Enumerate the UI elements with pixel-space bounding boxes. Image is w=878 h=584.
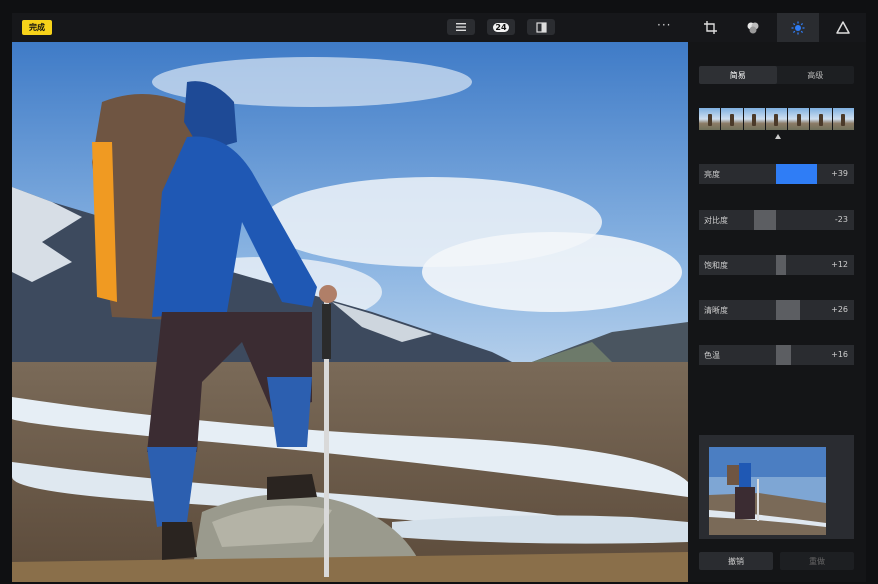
slider-saturation[interactable]: 饱和度 +12: [699, 255, 854, 275]
crop-icon: [703, 21, 717, 34]
slider-clarity-label: 清晰度: [704, 306, 728, 315]
preview-image: [699, 435, 854, 539]
slider-temperature-knob[interactable]: [776, 345, 791, 365]
slider-contrast[interactable]: 对比度 -23: [699, 210, 854, 230]
preset-thumb[interactable]: [788, 108, 810, 130]
list-menu-button[interactable]: [447, 19, 475, 35]
slider-brightness-value: +39: [831, 169, 848, 178]
slider-saturation-knob[interactable]: [776, 255, 786, 275]
editor-window: 完成 24 ··· 简易 高级 亮度 +39 对比度 -23 饱和度 +12 清…: [0, 0, 878, 584]
hiker-photo: [12, 42, 688, 582]
slider-clarity-knob[interactable]: [776, 300, 800, 320]
history-badge: 24: [493, 22, 509, 32]
preset-thumb[interactable]: [699, 108, 721, 130]
undo-button[interactable]: 撤销: [699, 552, 773, 570]
tab-advanced[interactable]: 高级: [777, 66, 855, 84]
top-toolbar: 完成 24 ···: [12, 13, 866, 42]
preset-thumb[interactable]: [721, 108, 743, 130]
adjust-icon: [791, 21, 805, 34]
slider-contrast-knob[interactable]: [754, 210, 776, 230]
adjustments-panel: 简易 高级 亮度 +39 对比度 -23 饱和度 +12 清晰度 +26 色温 …: [688, 42, 866, 582]
compare-icon: [535, 21, 547, 33]
preset-position-caret: [775, 134, 781, 139]
filters-icon: [747, 22, 759, 33]
preset-strip[interactable]: [699, 108, 854, 130]
mode-toggle: 简易 高级: [699, 66, 854, 84]
slider-temperature[interactable]: 色温 +16: [699, 345, 854, 365]
tone-tool-button[interactable]: [822, 13, 864, 42]
preset-thumb[interactable]: [810, 108, 832, 130]
slider-saturation-label: 饱和度: [704, 261, 728, 270]
compare-button[interactable]: [527, 19, 555, 35]
preset-thumb[interactable]: [743, 108, 765, 130]
tab-simple[interactable]: 简易: [699, 66, 777, 84]
slider-brightness[interactable]: 亮度 +39: [699, 164, 854, 184]
preview-thumbnail[interactable]: [699, 435, 854, 539]
slider-brightness-fill[interactable]: [776, 164, 817, 184]
slider-temperature-label: 色温: [704, 351, 720, 360]
photo-canvas[interactable]: [12, 42, 688, 582]
list-icon: [456, 23, 466, 31]
filters-tool-button[interactable]: [732, 13, 774, 42]
tone-icon: [836, 21, 850, 34]
done-button[interactable]: 完成: [22, 20, 52, 35]
more-menu-button[interactable]: ···: [657, 18, 671, 32]
preset-thumb[interactable]: [765, 108, 788, 130]
slider-temperature-value: +16: [831, 350, 848, 359]
slider-clarity[interactable]: 清晰度 +26: [699, 300, 854, 320]
slider-saturation-value: +12: [831, 260, 848, 269]
crop-tool-button[interactable]: [689, 13, 731, 42]
history-badge-button[interactable]: 24: [487, 19, 515, 35]
slider-contrast-value: -23: [834, 215, 848, 224]
preset-thumb[interactable]: [832, 108, 854, 130]
adjust-tool-button[interactable]: [777, 13, 819, 42]
slider-clarity-value: +26: [831, 305, 848, 314]
redo-button[interactable]: 重做: [780, 552, 854, 570]
slider-contrast-label: 对比度: [704, 216, 728, 225]
slider-brightness-label: 亮度: [704, 170, 720, 179]
